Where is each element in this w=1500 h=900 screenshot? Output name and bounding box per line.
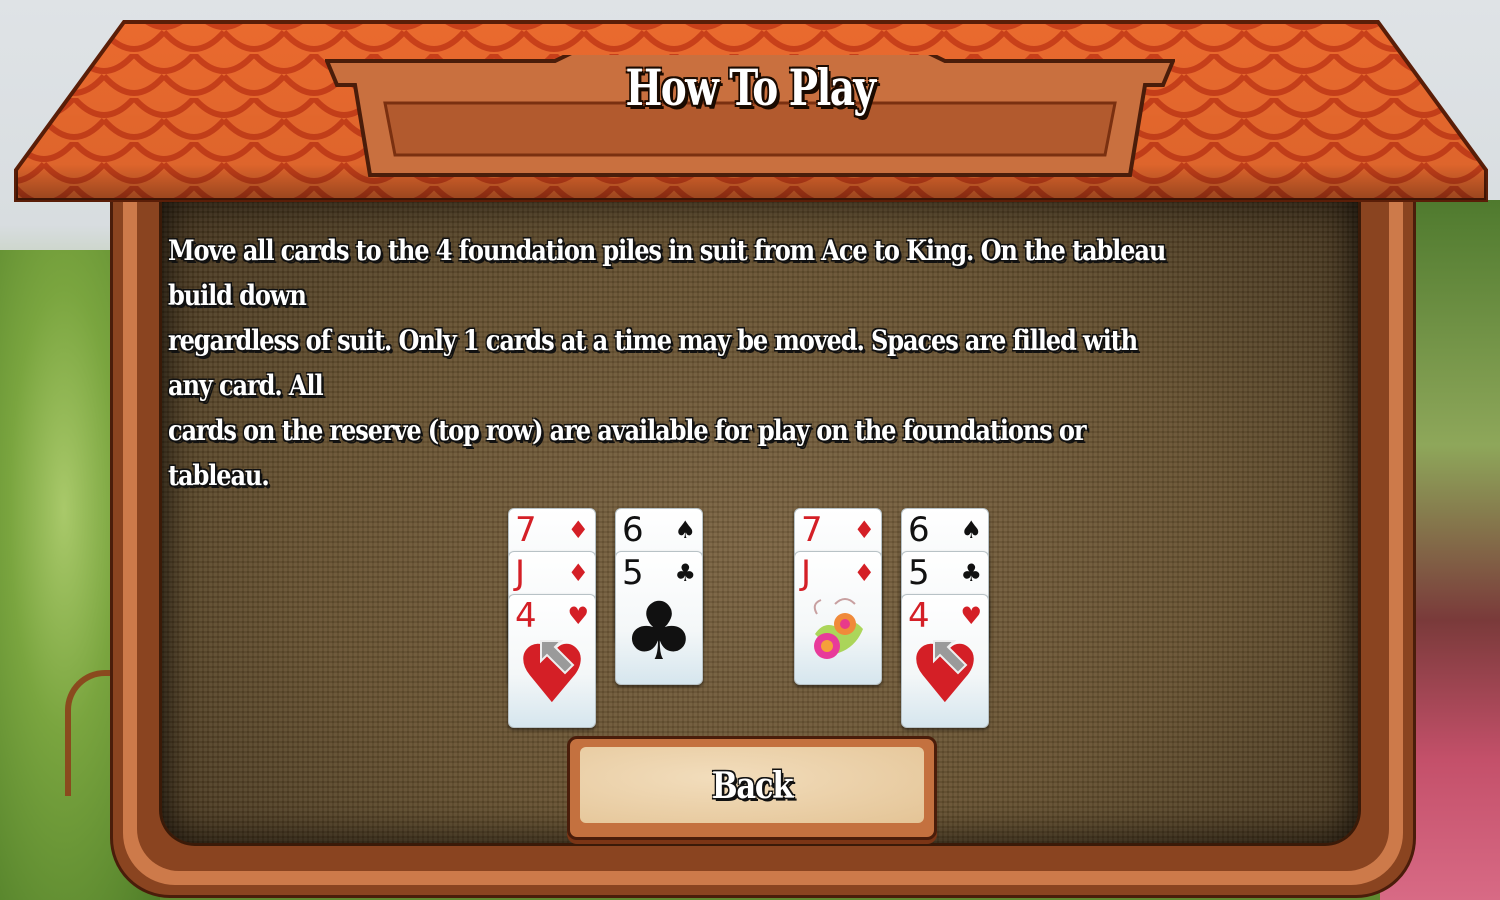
club-icon: ♣ xyxy=(623,585,695,678)
instructions-text: Move all cards to the 4 foundation piles… xyxy=(168,234,1166,492)
background-vine xyxy=(65,670,111,796)
drag-arrow-icon xyxy=(540,640,575,675)
club-icon: ♣ xyxy=(960,559,982,587)
flower-design-icon xyxy=(813,598,863,659)
card: 5 ♣ ♣ xyxy=(615,551,703,685)
diamond-icon: ♦ xyxy=(853,559,875,587)
card: 4 ♥ ♥ xyxy=(508,594,596,728)
card: 4 ♥ ♥ xyxy=(901,594,989,728)
card-rank: 6 xyxy=(908,510,930,550)
back-button-label: Back xyxy=(711,765,794,807)
card-rank: 5 xyxy=(908,553,930,593)
diamond-icon: ♦ xyxy=(853,516,875,544)
diamond-icon: ♦ xyxy=(567,559,589,587)
screen-title: How To Play xyxy=(625,58,876,117)
heart-icon: ♥ xyxy=(960,602,982,630)
back-button[interactable]: Back xyxy=(567,736,937,840)
card-rank: 7 xyxy=(515,510,537,550)
diamond-icon: ♦ xyxy=(567,516,589,544)
drag-arrow-icon xyxy=(933,640,968,675)
club-icon: ♣ xyxy=(674,559,696,587)
card-rank: J xyxy=(801,553,812,593)
spade-icon: ♠ xyxy=(674,516,696,544)
card-rank: 6 xyxy=(622,510,644,550)
heart-icon: ♥ xyxy=(567,602,589,630)
card-rank: J xyxy=(515,553,526,593)
card: J ♦ xyxy=(794,551,882,685)
spade-icon: ♠ xyxy=(960,516,982,544)
card-rank: 7 xyxy=(801,510,823,550)
